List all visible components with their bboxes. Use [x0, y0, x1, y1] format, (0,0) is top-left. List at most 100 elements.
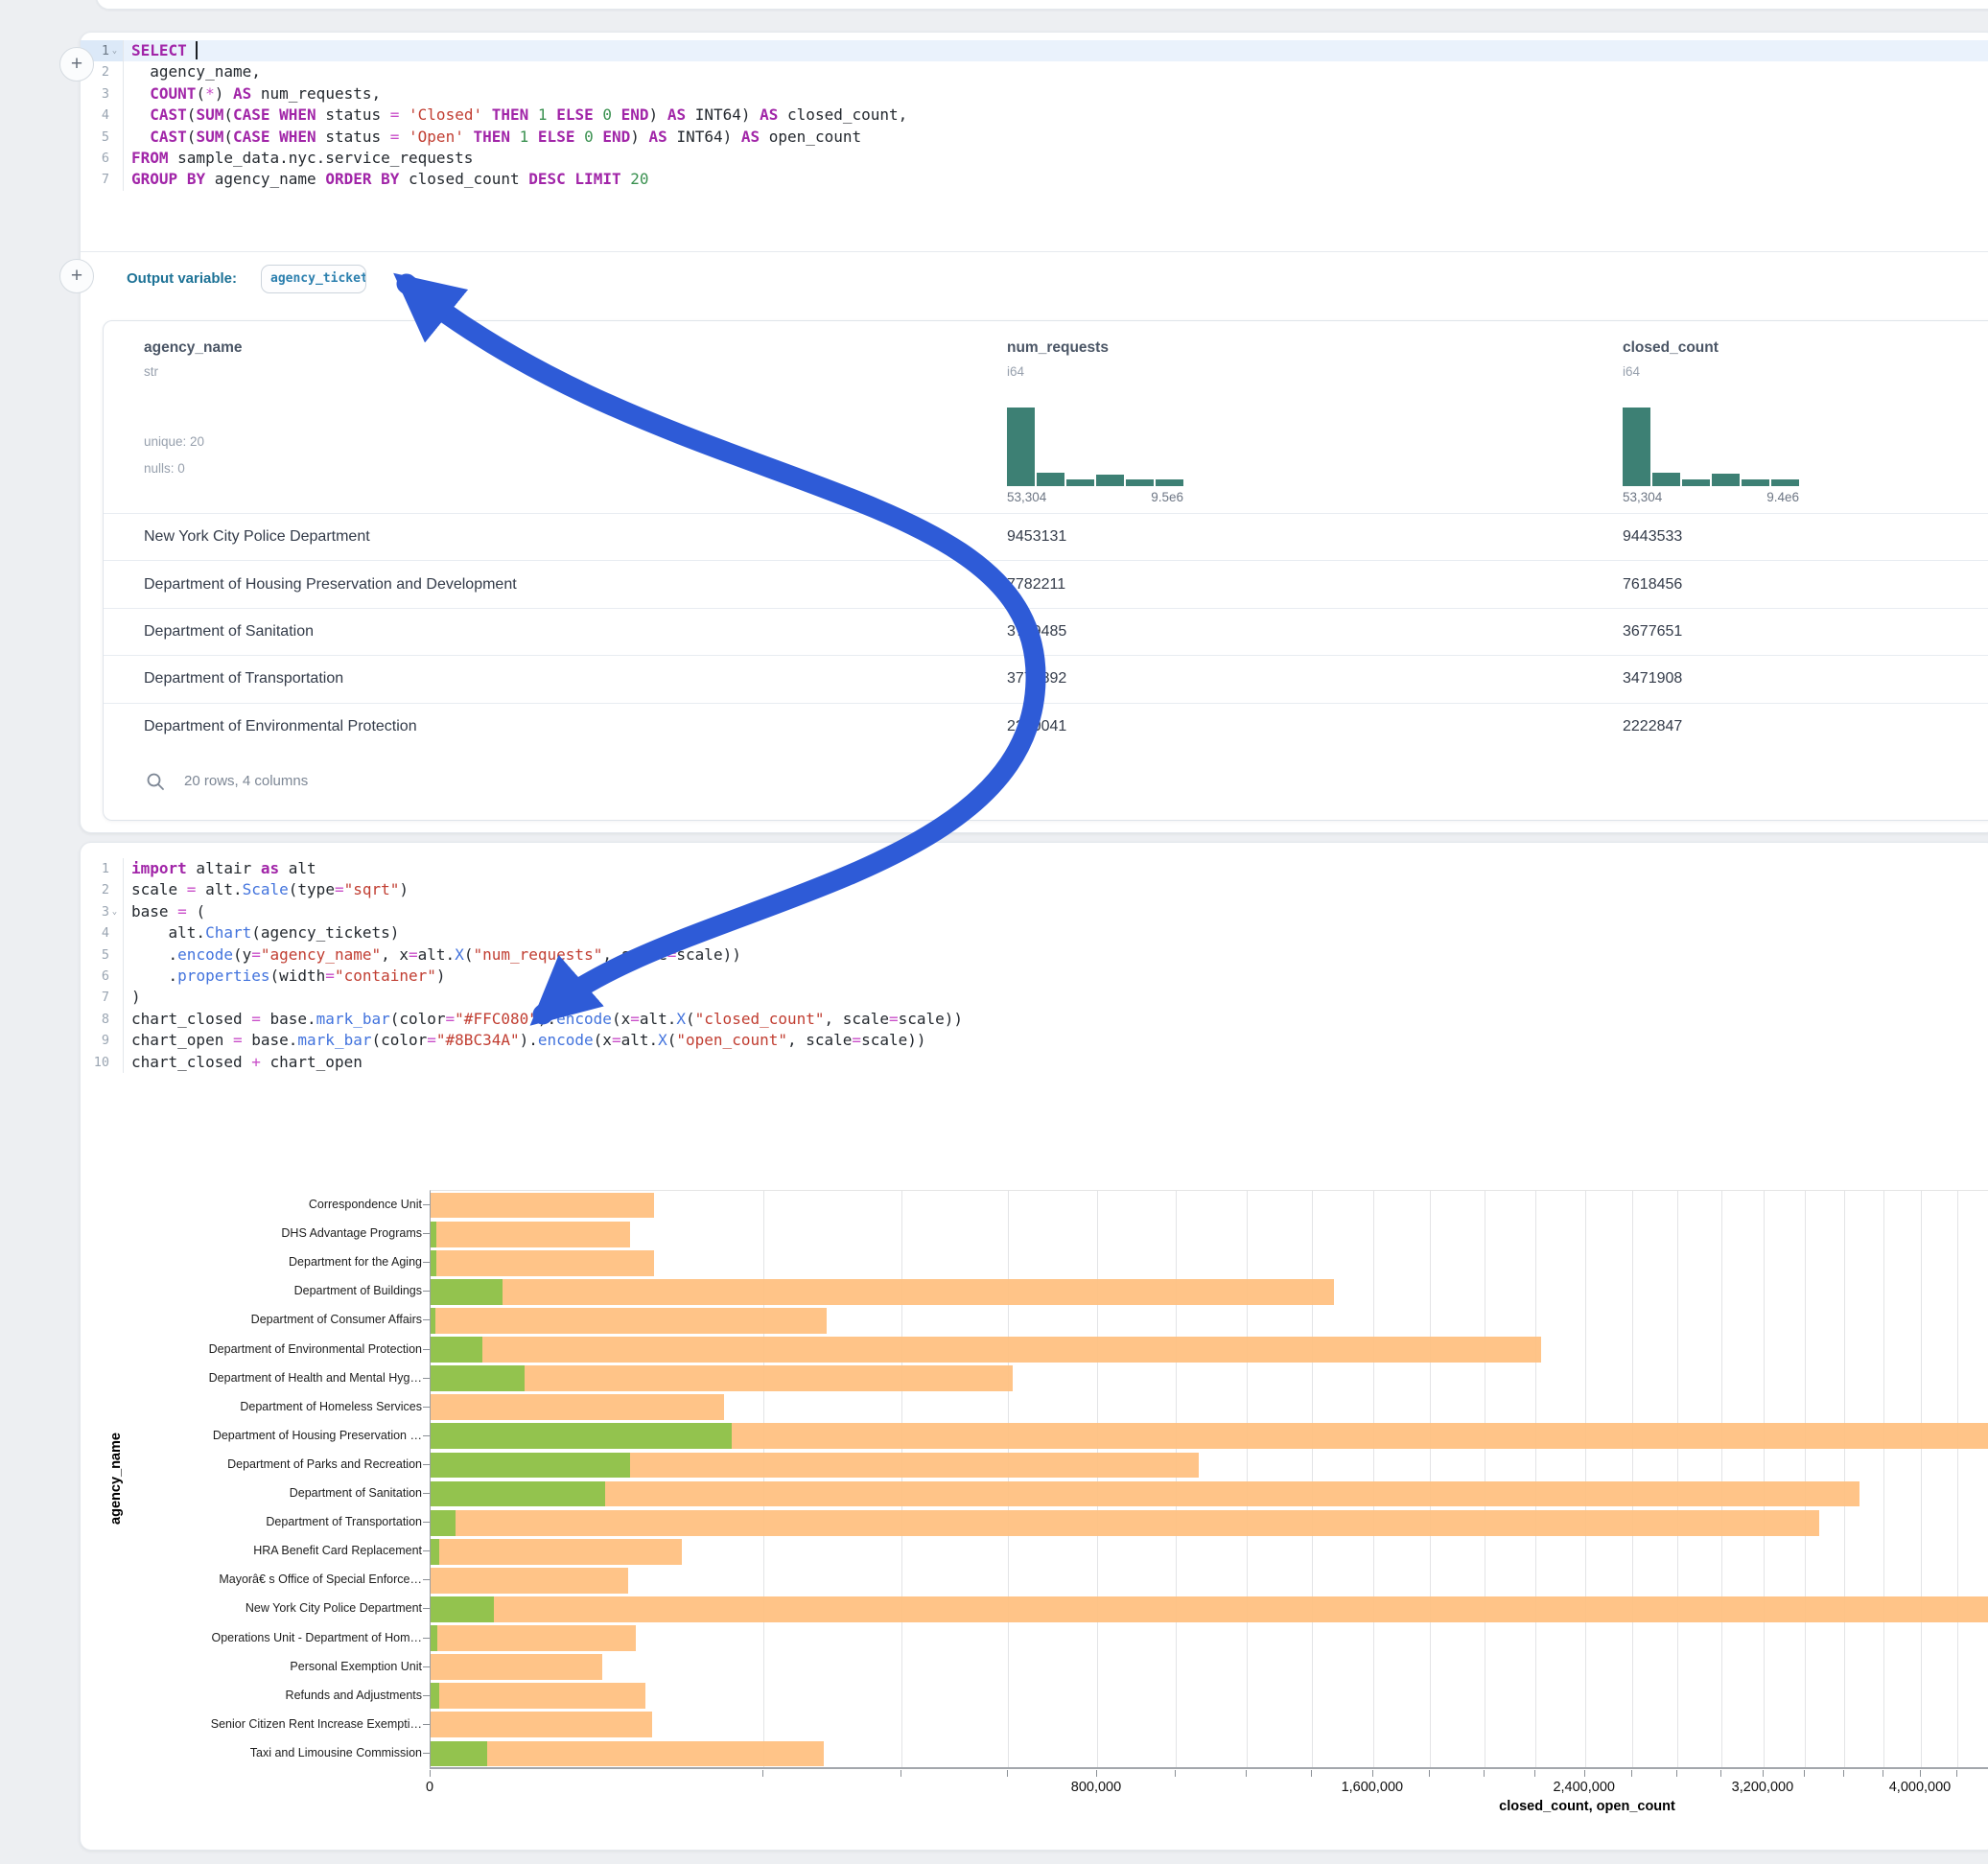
column-header-agency_name[interactable]: agency_namestrunique: 20nulls: 0 — [144, 321, 1007, 513]
line-number: 6 — [81, 966, 123, 987]
code-text: COUNT(*) AS num_requests, — [123, 83, 1988, 105]
code-line[interactable]: 10chart_closed + chart_open — [81, 1052, 1988, 1073]
code-line[interactable]: 7) — [81, 987, 1988, 1008]
table-cell: 9443533 — [1623, 528, 1988, 546]
column-header-closed_count[interactable]: closed_count i64 53,304 9.4e6 — [1623, 321, 1988, 513]
code-text: SELECT — [123, 40, 1988, 61]
histogram-bar — [1742, 479, 1769, 486]
histogram-bar — [1652, 473, 1680, 486]
line-number: 3⌄ — [81, 901, 123, 922]
code-line[interactable]: 9chart_open = base.mark_bar(color="#8BC3… — [81, 1030, 1988, 1051]
column-dtype: i64 — [1623, 364, 1640, 379]
table-row: Department of Sanitation37494853677651 — [104, 608, 1988, 655]
code-line[interactable]: 3⌄base = ( — [81, 901, 1988, 922]
code-line[interactable]: 6 .properties(width="container") — [81, 966, 1988, 987]
column-dtype: str — [144, 364, 158, 379]
table-cell: 7618456 — [1623, 576, 1988, 594]
table-body: New York City Police Department945313194… — [104, 513, 1988, 750]
line-number: 4 — [81, 922, 123, 944]
python-code-editor[interactable]: 1import altair as alt2scale = alt.Scale(… — [81, 858, 1988, 1073]
table-cell: Department of Housing Preservation and D… — [144, 576, 1007, 594]
code-text: alt.Chart(agency_tickets) — [123, 922, 1988, 944]
code-line[interactable]: 3 COUNT(*) AS num_requests, — [81, 83, 1988, 105]
column-histogram — [1007, 406, 1183, 486]
histogram-bar — [1156, 479, 1183, 486]
table-row: Department of Housing Preservation and D… — [104, 560, 1988, 607]
code-text: base = ( — [123, 901, 1988, 922]
code-text: ) — [123, 987, 1988, 1008]
code-text: scale = alt.Scale(type="sqrt") — [123, 879, 1988, 900]
previous-cell-bottom-edge — [96, 0, 1988, 10]
code-line[interactable]: 5 CAST(SUM(CASE WHEN status = 'Open' THE… — [81, 127, 1988, 148]
histogram-bar — [1623, 408, 1650, 486]
histogram-bar — [1682, 479, 1710, 486]
code-text: .properties(width="container") — [123, 966, 1988, 987]
output-variable-row: Output variable: agency_tickets — [81, 251, 1988, 314]
code-text: chart_closed = base.mark_bar(color="#FFC… — [123, 1009, 1988, 1030]
table-cell: 9453131 — [1007, 528, 1623, 546]
table-row: New York City Police Department945313194… — [104, 513, 1988, 560]
column-header-num_requests[interactable]: num_requestsi6453,3049.5e6 — [1007, 321, 1623, 513]
python-cell-card: 1import altair as alt2scale = alt.Scale(… — [80, 842, 1988, 1851]
code-line[interactable]: 4 alt.Chart(agency_tickets) — [81, 922, 1988, 944]
output-variable-label: Output variable: — [127, 270, 237, 287]
histogram-bar — [1066, 479, 1094, 486]
column-name: closed_count — [1623, 339, 1719, 357]
fold-chevron-icon[interactable]: ⌄ — [109, 901, 120, 922]
code-line[interactable]: 7GROUP BY agency_name ORDER BY closed_co… — [81, 169, 1988, 190]
code-text: agency_name, — [123, 61, 1988, 82]
table-footer: 20 rows, 4 columns — [104, 745, 1988, 820]
code-text: chart_closed + chart_open — [123, 1052, 1988, 1073]
line-number: 9 — [81, 1030, 123, 1051]
histogram-max-label: 9.4e6 — [1766, 490, 1799, 504]
line-number: 5 — [81, 127, 123, 148]
histogram-bar — [1037, 473, 1064, 486]
table-cell: 2240041 — [1007, 718, 1623, 735]
histogram-bar — [1126, 479, 1154, 486]
line-number: 7 — [81, 987, 123, 1008]
code-line[interactable]: 1import altair as alt — [81, 858, 1988, 879]
add-cell-button-top[interactable]: + — [59, 47, 94, 82]
table-cell: 3749485 — [1007, 623, 1623, 641]
line-number: 10 — [81, 1052, 123, 1073]
column-stat: unique: 20 — [144, 434, 204, 449]
histogram-min-label: 53,304 — [1623, 490, 1662, 504]
line-number: 7 — [81, 169, 123, 190]
output-variable-pill[interactable]: agency_tickets — [261, 265, 366, 293]
table-cell: Department of Sanitation — [144, 623, 1007, 641]
column-name: agency_name — [144, 339, 243, 357]
table-row-count: 20 rows, 4 columns — [184, 773, 308, 789]
fold-chevron-icon[interactable]: ⌄ — [109, 40, 120, 61]
code-line[interactable]: 6FROM sample_data.nyc.service_requests — [81, 148, 1988, 169]
column-name: num_requests — [1007, 339, 1109, 357]
histogram-bar — [1007, 408, 1035, 486]
table-cell: 2222847 — [1623, 718, 1988, 735]
code-line[interactable]: 1⌄SELECT — [81, 40, 1988, 61]
line-number: 2 — [81, 879, 123, 900]
line-number: 3 — [81, 83, 123, 105]
code-line[interactable]: 8chart_closed = base.mark_bar(color="#FF… — [81, 1009, 1988, 1030]
results-table-panel: agency_namestrunique: 20nulls: 0num_requ… — [103, 320, 1988, 821]
line-number: 8 — [81, 1009, 123, 1030]
code-line[interactable]: 2 agency_name, — [81, 61, 1988, 82]
sql-code-editor[interactable]: 1⌄SELECT 2 agency_name,3 COUNT(*) AS num… — [81, 40, 1988, 191]
table-cell: 3774892 — [1007, 670, 1623, 687]
search-icon[interactable] — [146, 772, 165, 791]
histogram-bar — [1096, 475, 1124, 486]
sql-cell-card: 1⌄SELECT 2 agency_name,3 COUNT(*) AS num… — [80, 32, 1988, 833]
line-number: 6 — [81, 148, 123, 169]
code-line[interactable]: 4 CAST(SUM(CASE WHEN status = 'Closed' T… — [81, 105, 1988, 126]
text-cursor — [196, 41, 198, 59]
table-cell: Department of Transportation — [144, 670, 1007, 687]
code-text: CAST(SUM(CASE WHEN status = 'Open' THEN … — [123, 127, 1988, 148]
column-dtype: i64 — [1007, 364, 1024, 379]
table-cell: New York City Police Department — [144, 528, 1007, 546]
line-number: 5 — [81, 944, 123, 966]
code-text: chart_open = base.mark_bar(color="#8BC34… — [123, 1030, 1988, 1051]
code-text: GROUP BY agency_name ORDER BY closed_cou… — [123, 169, 1988, 190]
code-line[interactable]: 2scale = alt.Scale(type="sqrt") — [81, 879, 1988, 900]
code-line[interactable]: 5 .encode(y="agency_name", x=alt.X("num_… — [81, 944, 1988, 966]
table-header: agency_namestrunique: 20nulls: 0num_requ… — [104, 321, 1988, 513]
table-row: Department of Transportation377489234719… — [104, 655, 1988, 702]
add-cell-button-middle[interactable]: + — [59, 259, 94, 293]
